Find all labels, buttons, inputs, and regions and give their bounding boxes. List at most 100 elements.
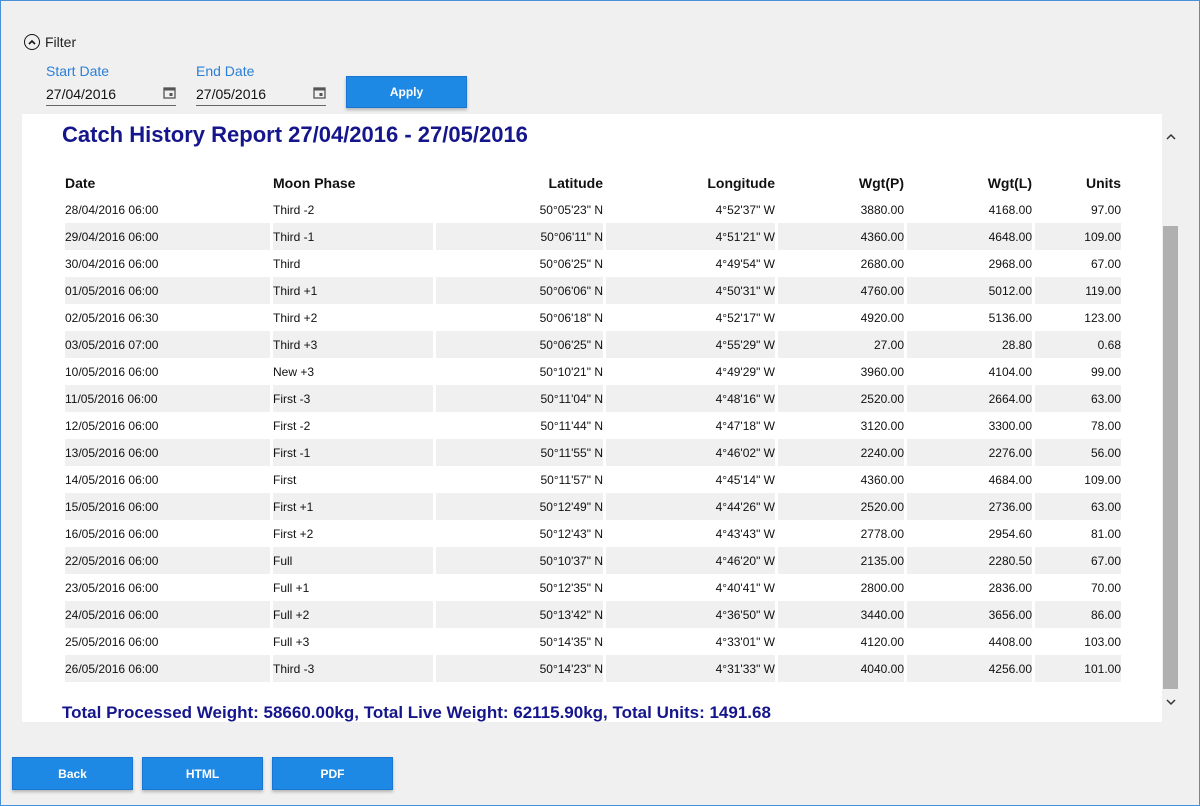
table-row: 29/04/2016 06:00 Third -1 50°06'11" N 4°51'… — [65, 223, 1121, 250]
cell-moon-phase: First -1 — [273, 439, 433, 466]
cell-wgt-l: 4408.00 — [988, 634, 1032, 649]
scroll-down-icon[interactable] — [1162, 694, 1179, 711]
cell-latitude: 50°11'04" N — [436, 385, 603, 412]
cell-longitude: 4°43'43" W — [715, 526, 775, 541]
cell-longitude: 4°31'33" W — [606, 655, 775, 682]
scrollbar-thumb[interactable] — [1163, 226, 1178, 689]
cell-wgt-l: 4684.00 — [988, 472, 1032, 487]
cell-longitude: 4°52'37" W — [715, 202, 775, 217]
cell-moon-phase: Full +3 — [273, 634, 310, 649]
cell-moon-phase: First -3 — [273, 385, 433, 412]
table-row: 11/05/2016 06:00 First -3 50°11'04" N 4°48'… — [65, 385, 1121, 412]
cell-date: 15/05/2016 06:00 — [65, 493, 270, 520]
cell-latitude: 50°05'23" N — [539, 202, 603, 217]
start-date-input[interactable] — [46, 86, 146, 102]
cell-wgt-l: 3300.00 — [988, 418, 1032, 433]
table-row: 30/04/2016 06:00 Third 50°06'25" N 4°49'54"… — [65, 250, 1121, 277]
table-row: 02/05/2016 06:30 Third +2 50°06'18" N 4°52'… — [65, 304, 1121, 331]
column-header-longitude[interactable]: Longitude — [606, 170, 775, 196]
pdf-export-button[interactable]: PDF — [272, 757, 393, 790]
filter-label: Filter — [45, 34, 77, 50]
column-header-units[interactable]: Units — [1035, 170, 1121, 196]
cell-wgt-p: 4760.00 — [778, 277, 904, 304]
cell-date: 22/05/2016 06:00 — [65, 547, 270, 574]
table-row: 12/05/2016 06:00 First -2 50°11'44" N 4°47'… — [65, 412, 1121, 439]
cell-moon-phase: Third -3 — [273, 655, 433, 682]
cell-wgt-l: 2954.60 — [988, 526, 1032, 541]
table-row: 22/05/2016 06:00 Full 50°10'37" N 4°46'20" … — [65, 547, 1121, 574]
end-date-field[interactable] — [196, 83, 326, 106]
cell-wgt-p: 27.00 — [778, 331, 904, 358]
cell-date: 12/05/2016 06:00 — [65, 418, 159, 433]
cell-wgt-l: 4168.00 — [988, 202, 1032, 217]
cell-latitude: 50°06'25" N — [436, 331, 603, 358]
cell-moon-phase: Third +3 — [273, 331, 433, 358]
cell-wgt-p: 2240.00 — [778, 439, 904, 466]
cell-moon-phase: Third -2 — [273, 202, 315, 217]
column-header-moon-phase[interactable]: Moon Phase — [273, 170, 433, 196]
table-row: 26/05/2016 06:00 Third -3 50°14'23" N 4°31'… — [65, 655, 1121, 682]
cell-latitude: 50°06'25" N — [539, 256, 603, 271]
back-button[interactable]: Back — [12, 757, 133, 790]
cell-moon-phase: Full +1 — [273, 580, 310, 595]
cell-wgt-p: 3440.00 — [778, 601, 904, 628]
cell-wgt-p: 3960.00 — [860, 364, 904, 379]
cell-moon-phase: First — [273, 472, 297, 487]
cell-longitude: 4°33'01" W — [715, 634, 775, 649]
calendar-icon[interactable] — [313, 86, 326, 102]
cell-date: 25/05/2016 06:00 — [65, 634, 159, 649]
cell-longitude: 4°48'16" W — [606, 385, 775, 412]
end-date-input[interactable] — [196, 86, 296, 102]
cell-units: 97.00 — [1090, 202, 1121, 217]
cell-wgt-p: 4920.00 — [860, 310, 904, 325]
cell-moon-phase: Full +2 — [273, 601, 433, 628]
cell-moon-phase: First -2 — [273, 418, 311, 433]
cell-wgt-p: 4360.00 — [860, 472, 904, 487]
cell-latitude: 50°10'37" N — [436, 547, 603, 574]
cell-longitude: 4°45'14" W — [715, 472, 775, 487]
vertical-scrollbar[interactable] — [1162, 114, 1179, 722]
scroll-up-icon[interactable] — [1162, 128, 1179, 145]
cell-units: 123.00 — [1084, 310, 1121, 325]
cell-latitude: 50°11'55" N — [436, 439, 603, 466]
cell-wgt-l: 2736.00 — [907, 493, 1032, 520]
start-date-field[interactable] — [46, 83, 176, 106]
cell-wgt-l: 4256.00 — [907, 655, 1032, 682]
cell-date: 01/05/2016 06:00 — [65, 277, 270, 304]
report-panel: Catch History Report 27/04/2016 - 27/05/… — [22, 114, 1179, 722]
cell-latitude: 50°06'06" N — [436, 277, 603, 304]
cell-units: 0.68 — [1035, 331, 1121, 358]
table-row: 24/05/2016 06:00 Full +2 50°13'42" N 4°36'5… — [65, 601, 1121, 628]
cell-wgt-l: 2664.00 — [907, 385, 1032, 412]
cell-moon-phase: First +2 — [273, 526, 314, 541]
cell-date: 23/05/2016 06:00 — [65, 580, 159, 595]
app-window: Filter Start Date End Date Apply Catch H… — [0, 0, 1200, 806]
cell-moon-phase: First +1 — [273, 493, 433, 520]
calendar-icon[interactable] — [163, 86, 176, 102]
cell-longitude: 4°55'29" W — [606, 331, 775, 358]
column-header-date[interactable]: Date — [65, 170, 270, 196]
cell-longitude: 4°46'02" W — [606, 439, 775, 466]
cell-units: 67.00 — [1035, 547, 1121, 574]
html-export-button[interactable]: HTML — [142, 757, 263, 790]
cell-longitude: 4°47'18" W — [715, 418, 775, 433]
filter-toggle[interactable]: Filter — [24, 34, 76, 50]
cell-wgt-p: 3880.00 — [860, 202, 904, 217]
cell-wgt-l: 4648.00 — [907, 223, 1032, 250]
column-header-wgt-p[interactable]: Wgt(P) — [778, 170, 904, 196]
column-header-latitude[interactable]: Latitude — [436, 170, 603, 196]
cell-units: 109.00 — [1035, 223, 1121, 250]
column-header-wgt-l[interactable]: Wgt(L) — [907, 170, 1032, 196]
cell-date: 29/04/2016 06:00 — [65, 223, 270, 250]
cell-moon-phase: Third +1 — [273, 277, 433, 304]
cell-date: 13/05/2016 06:00 — [65, 439, 270, 466]
apply-button[interactable]: Apply — [346, 76, 467, 108]
cell-wgt-l: 5136.00 — [988, 310, 1032, 325]
cell-units: 103.00 — [1084, 634, 1121, 649]
cell-longitude: 4°52'17" W — [715, 310, 775, 325]
cell-longitude: 4°50'31" W — [606, 277, 775, 304]
cell-date: 16/05/2016 06:00 — [65, 526, 159, 541]
cell-units: 99.00 — [1090, 364, 1121, 379]
cell-latitude: 50°11'44" N — [540, 418, 603, 433]
cell-wgt-p: 2520.00 — [778, 385, 904, 412]
